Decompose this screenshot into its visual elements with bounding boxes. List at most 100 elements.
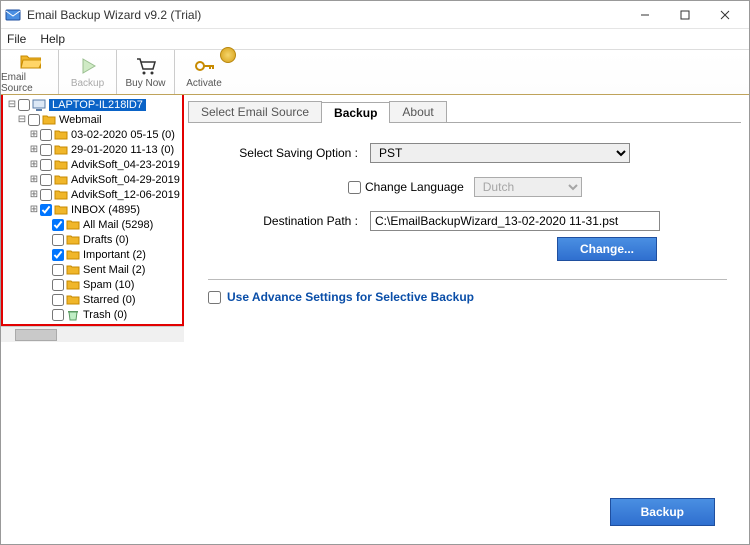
tree-item-checkbox[interactable] — [52, 264, 64, 276]
folder-icon — [66, 309, 80, 321]
tab-backup[interactable]: Backup — [321, 102, 390, 123]
expand-icon[interactable]: ⊞ — [29, 144, 39, 155]
tree-item-checkbox[interactable] — [52, 279, 64, 291]
tree-item[interactable]: Sent Mail (2) — [5, 262, 182, 277]
saving-option-select[interactable]: PST — [370, 143, 630, 163]
tree-item-checkbox[interactable] — [52, 294, 64, 306]
tree-item-label: AdvikSoft_12-06-2019 — [71, 189, 180, 201]
tree-item-checkbox[interactable] — [52, 249, 64, 261]
tree-item[interactable]: All Mail (5298) — [5, 217, 182, 232]
window-title: Email Backup Wizard v9.2 (Trial) — [27, 8, 625, 22]
spacer — [41, 234, 51, 245]
play-icon — [77, 55, 99, 77]
tree-item-label: Trash (0) — [83, 309, 127, 321]
maximize-button[interactable] — [665, 2, 705, 28]
tree-item-label: Starred (0) — [83, 294, 136, 306]
minimize-button[interactable] — [625, 2, 665, 28]
tree-item[interactable]: ⊞ AdvikSoft_12-06-2019 — [5, 187, 182, 202]
tree-item-label: INBOX (4895) — [71, 204, 140, 216]
content-pane: Select Email Source Backup About Select … — [184, 95, 749, 544]
advance-settings-checkbox[interactable] — [208, 291, 221, 304]
key-icon — [193, 55, 215, 77]
folder-icon — [54, 189, 68, 201]
spacer — [41, 219, 51, 230]
toolbar-email-source-label: Email Source — [1, 72, 58, 94]
close-button[interactable] — [705, 2, 745, 28]
tree-root-checkbox[interactable] — [18, 99, 30, 111]
change-language-checkbox[interactable] — [348, 181, 361, 194]
tree-webmail-checkbox[interactable] — [28, 114, 40, 126]
spacer — [41, 279, 51, 290]
tree-item-checkbox[interactable] — [40, 204, 52, 216]
saving-option-label: Select Saving Option : — [208, 146, 358, 160]
change-button[interactable]: Change... — [557, 237, 657, 261]
menubar: File Help — [1, 29, 749, 49]
tree-item[interactable]: Spam (10) — [5, 277, 182, 292]
tree-item[interactable]: ⊞AdvikSoft_04-29-2019 — [5, 172, 182, 187]
horizontal-scrollbar[interactable] — [1, 326, 184, 342]
spacer — [41, 264, 51, 275]
expand-icon[interactable]: ⊞ — [29, 159, 39, 170]
tree-item-checkbox[interactable] — [40, 144, 52, 156]
folder-icon — [66, 294, 80, 306]
backup-button[interactable]: Backup — [610, 498, 715, 526]
folder-icon — [54, 159, 68, 171]
app-window: Email Backup Wizard v9.2 (Trial) File He… — [0, 0, 750, 545]
folder-icon — [42, 114, 56, 126]
tab-strip: Select Email Source Backup About — [188, 99, 741, 123]
tree-item-checkbox[interactable] — [40, 129, 52, 141]
toolbar-backup[interactable]: Backup — [59, 50, 117, 94]
toolbar-activate-label: Activate — [186, 78, 222, 89]
tree-item-checkbox[interactable] — [52, 219, 64, 231]
tree-item[interactable]: Trash (0) — [5, 307, 182, 322]
folder-icon — [54, 204, 68, 216]
tree-item-checkbox[interactable] — [40, 189, 52, 201]
folder-icon — [66, 264, 80, 276]
advance-settings-row[interactable]: Use Advance Settings for Selective Backu… — [208, 279, 727, 304]
menu-help[interactable]: Help — [40, 32, 65, 46]
toolbar-activate[interactable]: Activate — [175, 50, 233, 94]
folder-tree[interactable]: ⊟ LAPTOP-IL218lD7 ⊟ Webmail ⊞03-02-2020 … — [1, 95, 184, 326]
folder-icon — [66, 279, 80, 291]
tree-item[interactable]: ⊞03-02-2020 05-15 (0) — [5, 127, 182, 142]
titlebar: Email Backup Wizard v9.2 (Trial) — [1, 1, 749, 29]
tree-item-label: 29-01-2020 11-13 (0) — [71, 144, 174, 156]
tree-item-label: Spam (10) — [83, 279, 134, 291]
tree-root-label: LAPTOP-IL218lD7 — [49, 99, 146, 111]
tree-item-checkbox[interactable] — [40, 159, 52, 171]
folder-icon — [54, 144, 68, 156]
folder-icon — [66, 219, 80, 231]
folder-icon — [54, 174, 68, 186]
tree-item-checkbox[interactable] — [52, 309, 64, 321]
expand-icon[interactable]: ⊞ — [29, 204, 39, 215]
tab-select-source[interactable]: Select Email Source — [188, 101, 322, 122]
expand-icon[interactable]: ⊞ — [29, 174, 39, 185]
menu-file[interactable]: File — [7, 32, 26, 46]
tab-about[interactable]: About — [389, 101, 446, 122]
folder-open-icon — [19, 50, 41, 71]
folder-icon — [54, 129, 68, 141]
tree-item[interactable]: Drafts (0) — [5, 232, 182, 247]
tree-webmail[interactable]: ⊟ Webmail — [5, 112, 182, 127]
tree-item[interactable]: Important (2) — [5, 247, 182, 262]
tree-item[interactable]: ⊞AdvikSoft_04-23-2019 — [5, 157, 182, 172]
toolbar-email-source[interactable]: Email Source — [1, 50, 59, 94]
collapse-icon[interactable]: ⊟ — [7, 99, 17, 110]
medal-icon — [220, 47, 236, 63]
tree-item-label: Important (2) — [83, 249, 146, 261]
tree-item-checkbox[interactable] — [40, 174, 52, 186]
collapse-icon[interactable]: ⊟ — [17, 114, 27, 125]
toolbar-backup-label: Backup — [71, 78, 104, 89]
expand-icon[interactable]: ⊞ — [29, 189, 39, 200]
expand-icon[interactable]: ⊞ — [29, 129, 39, 140]
tree-item[interactable]: Starred (0) — [5, 292, 182, 307]
tree-item-label: All Mail (5298) — [83, 219, 153, 231]
spacer — [41, 294, 51, 305]
language-select[interactable]: Dutch — [474, 177, 582, 197]
destination-path-input[interactable] — [370, 211, 660, 231]
tree-item[interactable]: ⊞ INBOX (4895) — [5, 202, 182, 217]
tree-root[interactable]: ⊟ LAPTOP-IL218lD7 — [5, 97, 182, 112]
tree-item[interactable]: ⊞ 29-01-2020 11-13 (0) — [5, 142, 182, 157]
toolbar-buy-now[interactable]: Buy Now — [117, 50, 175, 94]
tree-item-checkbox[interactable] — [52, 234, 64, 246]
